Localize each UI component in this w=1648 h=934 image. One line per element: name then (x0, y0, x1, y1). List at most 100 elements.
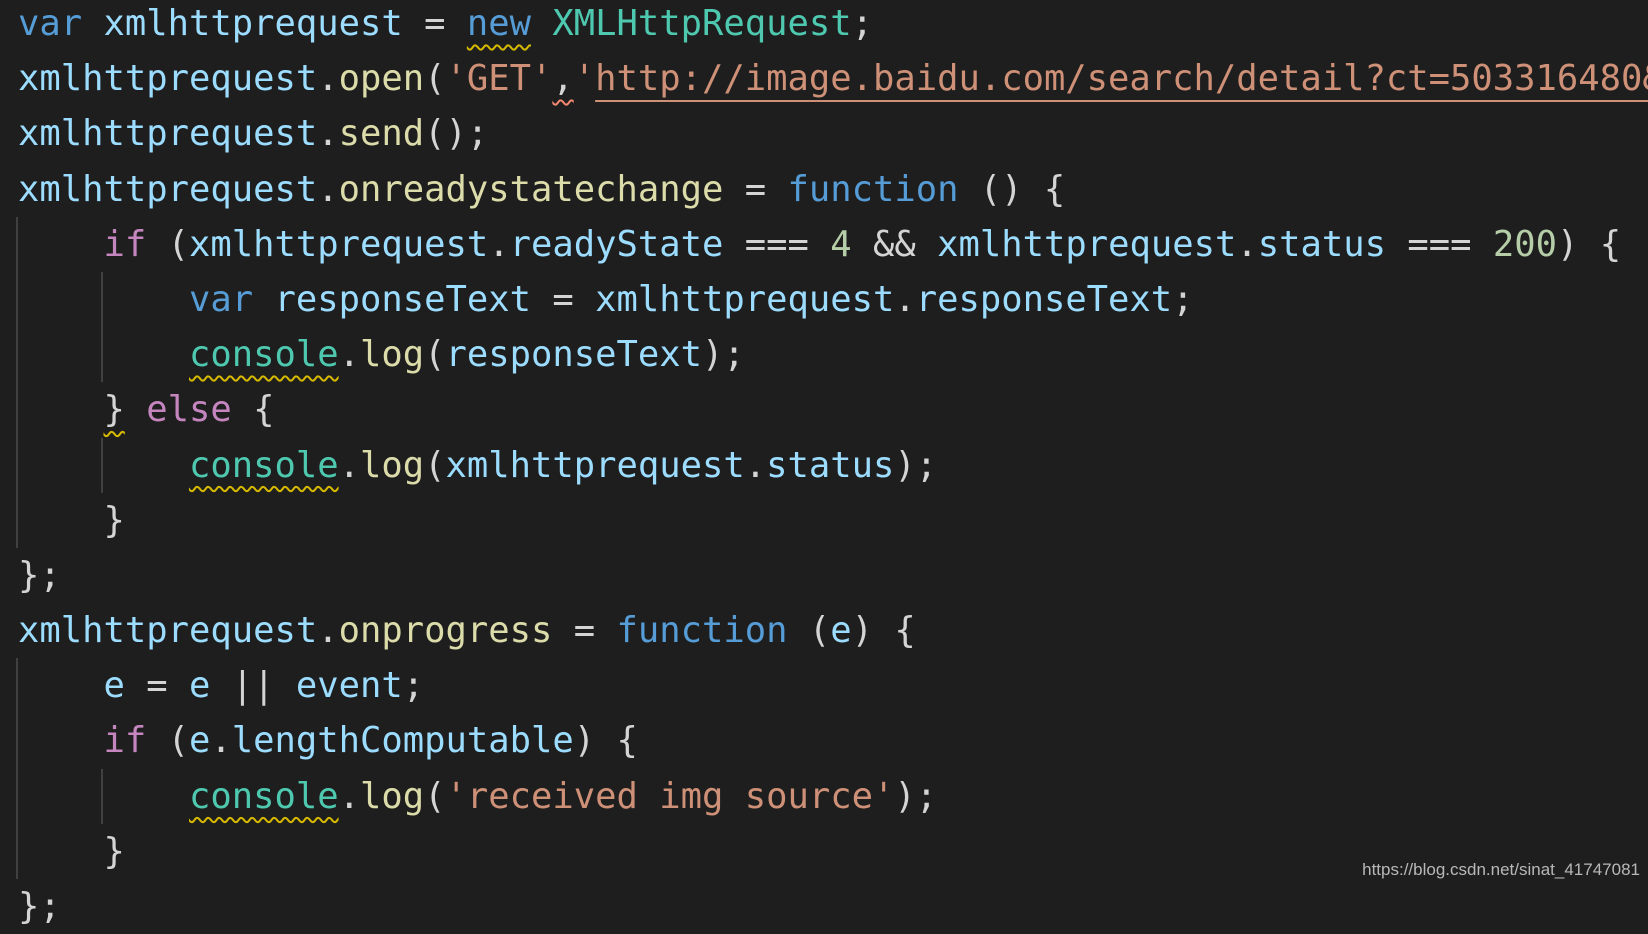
indent-guide (101, 271, 104, 328)
code-token: ( (146, 223, 189, 265)
code-token: onreadystatechange (338, 168, 724, 210)
code-editor[interactable]: var xmlhttprequest = new XMLHttpRequest;… (16, 0, 1648, 934)
code-token: readyState (509, 223, 724, 265)
code-token: responseText (274, 278, 531, 320)
code-token: ; (402, 665, 425, 707)
watermark: https://blog.csdn.net/sinat_41747081 (1362, 860, 1640, 879)
code-token: || (210, 665, 296, 707)
code-token: else (146, 389, 232, 431)
code-token: . (488, 223, 510, 265)
code-token: . (317, 610, 339, 652)
code-token: e (830, 610, 852, 652)
code-token: status (766, 444, 895, 486)
code-token: . (338, 444, 360, 486)
code-line[interactable]: if (e.lengthComputable) { (16, 713, 1648, 769)
code-token: xmlhttprequest (189, 223, 489, 265)
code-token: ( (424, 444, 446, 486)
indent-guide (16, 271, 18, 328)
code-token: log (359, 444, 425, 486)
code-token: . (894, 278, 916, 320)
code-token: xmlhttprequest (103, 3, 403, 44)
code-token: = (124, 665, 189, 707)
code-token: xmlhttprequest (18, 610, 318, 652)
code-token: } (18, 499, 125, 541)
code-token: event (295, 665, 403, 707)
code-line[interactable]: } else { (16, 382, 1648, 438)
code-line[interactable]: } (16, 492, 1648, 548)
warning-token: console (188, 444, 339, 486)
url-token: http://image.baidu.com/search/detail?ct=… (595, 58, 1648, 100)
code-line[interactable]: xmlhttprequest.send(); (18, 106, 1648, 161)
code-token: ); (894, 444, 938, 486)
code-token: function (787, 168, 959, 210)
code-token: === (1385, 223, 1493, 265)
code-line[interactable]: console.log(xmlhttprequest.status); (16, 437, 1648, 493)
code-token: lengthComputable (231, 720, 574, 762)
code-token: log (359, 334, 425, 376)
code-token: var (18, 3, 83, 44)
code-token: xmlhttprequest (18, 113, 318, 155)
code-token: . (317, 113, 339, 155)
code-token: = (723, 168, 788, 210)
warning-token: } (103, 389, 125, 431)
indent-guide (16, 713, 18, 769)
indent-guide (16, 327, 18, 383)
code-line[interactable]: e = e || event; (16, 658, 1648, 714)
code-token: = (552, 610, 617, 652)
code-line[interactable]: var responseText = xmlhttprequest.respon… (16, 271, 1648, 328)
code-token: 'received img source' (445, 775, 895, 817)
code-token: ) { (573, 720, 638, 762)
code-token: send (338, 113, 425, 155)
code-line[interactable]: }; (18, 548, 1648, 603)
error-token: , (552, 58, 574, 100)
code-token: (); (424, 113, 489, 155)
code-line[interactable]: console.log(responseText); (16, 327, 1648, 383)
code-token: xmlhttprequest (937, 223, 1237, 265)
indent-guide (101, 768, 104, 824)
code-line[interactable]: if (xmlhttprequest.readyState === 4 && x… (16, 216, 1648, 272)
warning-token: new (466, 3, 531, 44)
code-token: e (189, 665, 211, 707)
code-line[interactable]: }; (18, 879, 1648, 934)
code-token: xmlhttprequest (595, 278, 895, 320)
code-token: ; (851, 3, 873, 44)
code-token: ( (424, 775, 446, 817)
indent-guide (16, 823, 18, 879)
code-token: open (338, 58, 425, 100)
code-line[interactable]: xmlhttprequest.onreadystatechange = func… (18, 162, 1648, 217)
indent-guide (16, 216, 18, 272)
code-token: ; (1172, 278, 1194, 320)
code-token: xmlhttprequest (18, 168, 318, 210)
code-token: ( (787, 610, 831, 652)
code-token: ( (424, 334, 446, 376)
code-line[interactable]: console.log('received img source'); (16, 768, 1648, 824)
code-token: = (530, 278, 596, 320)
code-token: log (359, 775, 425, 817)
code-token: ); (894, 775, 938, 817)
indent-guide (16, 382, 18, 438)
code-token: { (231, 389, 275, 431)
code-token: && (851, 223, 938, 265)
code-token: . (338, 334, 360, 376)
code-line[interactable]: xmlhttprequest.onprogress = function (e)… (18, 603, 1648, 658)
indent-guide (16, 492, 18, 548)
code-token: 200 (1492, 223, 1557, 265)
code-token: . (338, 775, 360, 817)
code-line[interactable]: xmlhttprequest.open('GET','http://image.… (18, 51, 1648, 106)
code-token: onprogress (338, 610, 553, 652)
code-token: ( (424, 58, 446, 100)
code-line[interactable]: var xmlhttprequest = new XMLHttpRequest; (18, 0, 1648, 51)
code-token: } (18, 830, 125, 872)
code-token: . (317, 168, 339, 210)
